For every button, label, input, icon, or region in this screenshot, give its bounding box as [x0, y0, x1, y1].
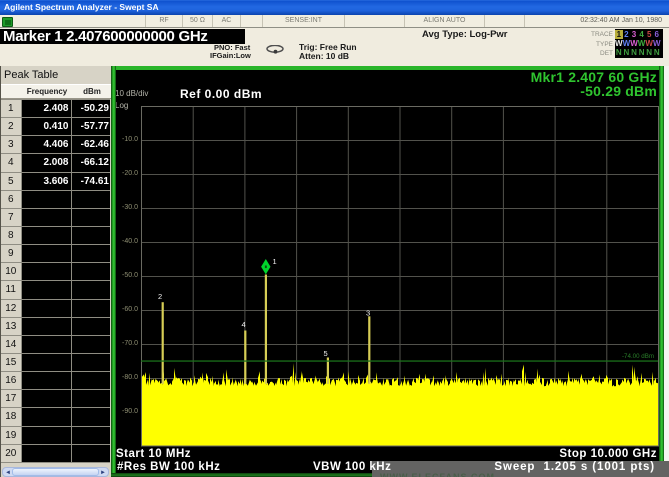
svg-text:3: 3: [366, 309, 370, 318]
svg-text:1: 1: [273, 257, 277, 266]
svg-text:5: 5: [324, 349, 328, 358]
svg-text:-74.00 dBm: -74.00 dBm: [622, 353, 654, 360]
svg-text:4: 4: [242, 320, 246, 329]
svg-text:2: 2: [158, 292, 162, 301]
